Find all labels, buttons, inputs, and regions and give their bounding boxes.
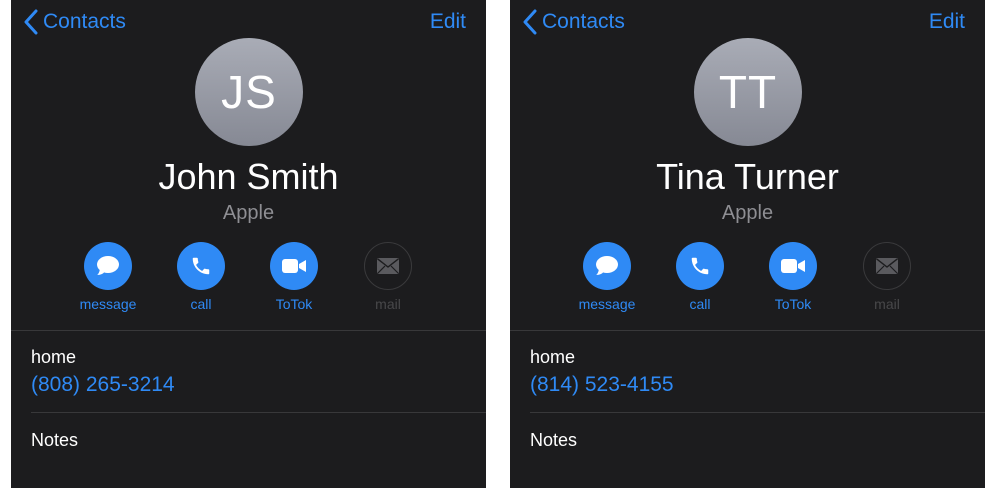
totok-button-circle[interactable] — [769, 242, 817, 290]
totok-label: ToTok — [275, 296, 313, 312]
edit-button[interactable]: Edit — [929, 10, 965, 34]
phone-icon — [192, 257, 210, 275]
phone-number-link[interactable]: (808) 265-3214 — [31, 373, 175, 397]
phone-type-label: home — [530, 347, 576, 367]
avatar: JS — [195, 38, 303, 146]
message-icon — [596, 256, 618, 275]
contact-name: Tina Turner — [656, 156, 839, 197]
call-button[interactable]: call — [161, 242, 241, 312]
back-button-label: Contacts — [542, 10, 625, 33]
back-button[interactable]: Contacts — [522, 6, 625, 38]
call-button-circle[interactable] — [676, 242, 724, 290]
message-button-circle[interactable] — [583, 242, 631, 290]
totok-label: ToTok — [774, 296, 812, 312]
call-button-circle[interactable] — [177, 242, 225, 290]
mail-icon — [377, 258, 399, 274]
mail-icon — [876, 258, 898, 274]
message-button-circle[interactable] — [84, 242, 132, 290]
back-button-label: Contacts — [43, 10, 126, 33]
divider — [530, 412, 985, 413]
edit-button[interactable]: Edit — [430, 10, 466, 34]
totok-button[interactable]: ToTok — [254, 242, 334, 312]
quick-actions: message call ToTok mail — [510, 242, 985, 322]
call-label: call — [190, 296, 212, 312]
mail-label: mail — [874, 296, 900, 312]
chevron-left-icon — [523, 9, 537, 35]
contact-name: John Smith — [158, 156, 339, 197]
totok-button-circle[interactable] — [270, 242, 318, 290]
divider — [11, 330, 486, 331]
contact-card-john-smith: Contacts Edit JS John Smith Apple messag… — [11, 0, 486, 488]
avatar: TT — [694, 38, 802, 146]
notes-field[interactable]: Notes — [31, 430, 78, 451]
mail-button[interactable]: mail — [847, 242, 927, 312]
avatar-initials: JS — [221, 66, 277, 118]
message-icon — [97, 256, 119, 275]
message-button[interactable]: message — [68, 242, 148, 312]
back-button[interactable]: Contacts — [23, 6, 126, 38]
call-button[interactable]: call — [660, 242, 740, 312]
call-label: call — [689, 296, 711, 312]
quick-actions: message call ToTok mail — [11, 242, 486, 322]
divider — [510, 330, 985, 331]
video-icon — [282, 259, 306, 273]
mail-button-circle[interactable] — [364, 242, 412, 290]
mail-label: mail — [375, 296, 401, 312]
phone-icon — [691, 257, 709, 275]
avatar-initials: TT — [718, 66, 778, 118]
mail-button-circle[interactable] — [863, 242, 911, 290]
totok-button[interactable]: ToTok — [753, 242, 833, 312]
company-name: Apple — [222, 202, 275, 224]
message-button[interactable]: message — [567, 242, 647, 312]
video-icon — [781, 259, 805, 273]
divider — [31, 412, 486, 413]
notes-field[interactable]: Notes — [530, 430, 577, 451]
contact-card-tina-turner: Contacts Edit TT Tina Turner Apple messa… — [510, 0, 985, 488]
phone-number-link[interactable]: (814) 523-4155 — [530, 373, 674, 397]
mail-button[interactable]: mail — [348, 242, 428, 312]
message-label: message — [79, 296, 137, 312]
chevron-left-icon — [24, 9, 38, 35]
company-name: Apple — [721, 202, 774, 224]
phone-type-label: home — [31, 347, 77, 367]
message-label: message — [578, 296, 636, 312]
